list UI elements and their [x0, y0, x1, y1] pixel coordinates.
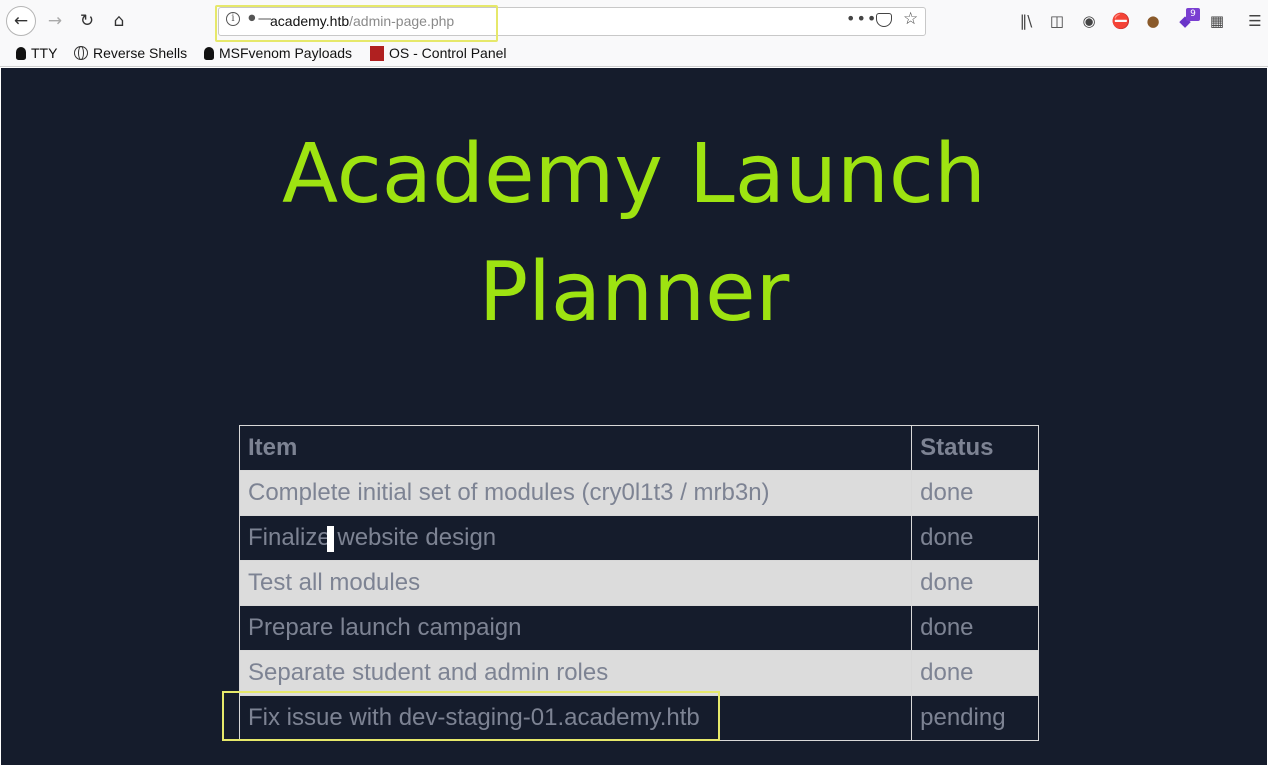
tux-icon — [204, 46, 214, 60]
bookmarks-bar: TTY Reverse Shells MSFvenom Payloads OS … — [0, 42, 1268, 67]
table-row: Finalize website design done — [238, 515, 1039, 561]
bookmark-msfvenom[interactable]: MSFvenom Payloads — [204, 45, 352, 61]
header-item: Item — [238, 425, 913, 471]
title-line-2: Planner — [478, 245, 790, 340]
home-button[interactable]: ⌂ — [104, 6, 134, 36]
item-cell: Fix issue with dev-staging-01.academy.ht… — [238, 695, 913, 741]
status-cell: done — [911, 560, 1039, 606]
url-text[interactable]: academy.htb/admin-page.php — [270, 13, 454, 29]
table-header-row: Item Status — [238, 425, 1039, 471]
back-button[interactable]: ← — [6, 6, 36, 36]
header-status: Status — [911, 425, 1039, 471]
browser-toolbar: ← → ↻ ⌂ i ⚫— academy.htb/admin-page.php … — [0, 0, 1268, 42]
title-line-1: Academy Launch — [282, 127, 986, 222]
bookmark-label: OS - Control Panel — [389, 45, 507, 61]
arrow-right-icon: → — [47, 11, 63, 31]
qr-code-icon[interactable]: ▦ — [1207, 11, 1227, 31]
library-icon[interactable]: ‖\ — [1016, 11, 1036, 31]
bookmark-label: TTY — [31, 45, 58, 61]
table-row: Prepare launch campaign done — [238, 605, 1039, 651]
forward-button[interactable]: → — [40, 6, 70, 36]
table-row: Separate student and admin roles done — [238, 650, 1039, 696]
status-cell: done — [911, 650, 1039, 696]
bookmark-reverse-shells[interactable]: Reverse Shells — [74, 45, 187, 61]
status-cell: done — [911, 470, 1039, 516]
extension-blocker-icon[interactable]: ⛔ — [1111, 11, 1131, 31]
text-cursor — [326, 525, 334, 552]
account-icon[interactable]: ◉ — [1079, 11, 1099, 31]
planner-table: Item Status Complete initial set of modu… — [238, 425, 1039, 741]
cookie-icon[interactable]: ● — [1143, 11, 1163, 31]
table-row: Test all modules done — [238, 560, 1039, 606]
globe-icon — [74, 46, 88, 60]
menu-icon[interactable]: ☰ — [1245, 11, 1265, 31]
page-title: Academy Launch Planner — [1, 116, 1267, 352]
item-cell: Test all modules — [238, 560, 913, 606]
item-cell: Separate student and admin roles — [238, 650, 913, 696]
url-host: academy.htb — [270, 13, 350, 29]
info-icon[interactable]: i — [226, 12, 240, 26]
bookmark-label: MSFvenom Payloads — [219, 45, 353, 61]
bookmark-os-control-panel[interactable]: OS - Control Panel — [370, 45, 507, 61]
os-icon — [370, 45, 384, 61]
bookmark-label: Reverse Shells — [93, 45, 188, 61]
bookmark-star-icon[interactable]: ☆ — [903, 9, 918, 29]
item-cell: Finalize website design — [238, 515, 913, 561]
item-text-part: website design — [337, 524, 497, 551]
reload-icon: ↻ — [79, 11, 95, 31]
tux-icon — [16, 46, 26, 60]
bookmark-tty[interactable]: TTY — [16, 45, 57, 61]
page-actions-icon[interactable]: ••• — [846, 9, 877, 28]
extension-badge: 9 — [1186, 8, 1200, 21]
url-path: /admin-page.php — [349, 13, 455, 29]
reload-button[interactable]: ↻ — [72, 6, 102, 36]
home-icon: ⌂ — [113, 11, 125, 31]
table-row: Complete initial set of modules (cry0l1t… — [238, 470, 1039, 516]
arrow-left-icon: ← — [13, 11, 29, 31]
item-text-part: Finalize — [248, 524, 331, 551]
key-icon[interactable]: ⚫— — [246, 11, 272, 27]
item-cell: Prepare launch campaign — [238, 605, 913, 651]
status-cell: done — [911, 605, 1039, 651]
item-cell: Complete initial set of modules (cry0l1t… — [238, 470, 913, 516]
table-row: Fix issue with dev-staging-01.academy.ht… — [238, 695, 1039, 741]
sidebar-icon[interactable]: ◫ — [1047, 11, 1067, 31]
page-body: Academy Launch Planner Item Status Compl… — [1, 68, 1267, 765]
status-cell: pending — [911, 695, 1039, 741]
status-cell: done — [911, 515, 1039, 561]
